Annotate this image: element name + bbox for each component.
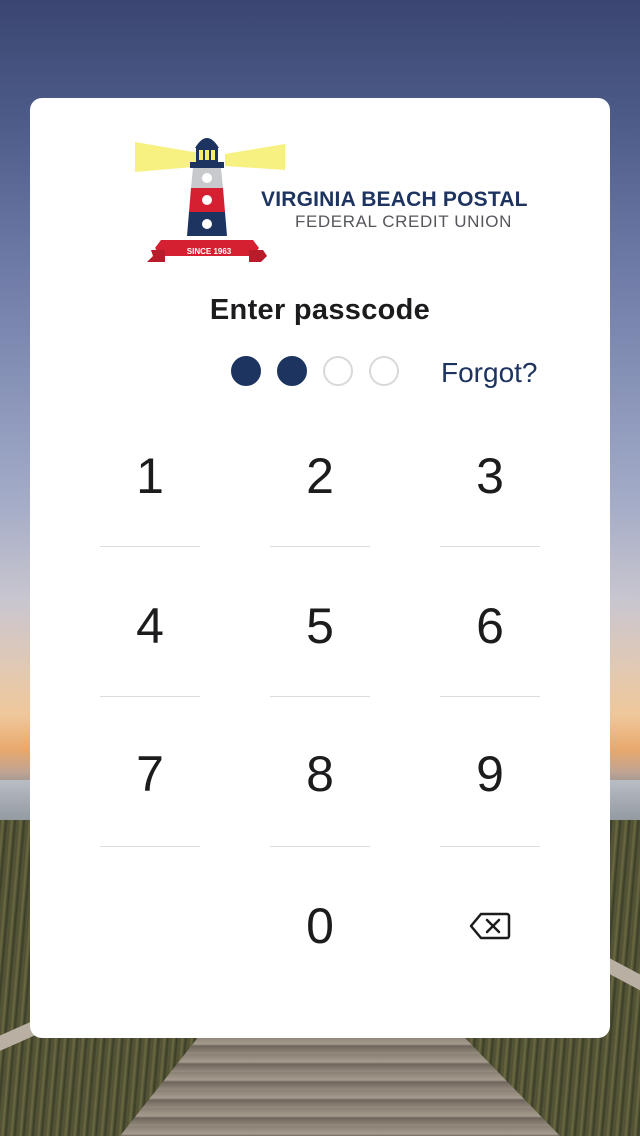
keypad-key-8[interactable]: 8 [270, 724, 370, 824]
passcode-dot-empty [323, 356, 353, 386]
forgot-passcode-link[interactable]: Forgot? [441, 357, 538, 389]
keypad-key-0[interactable]: 0 [270, 876, 370, 976]
keypad-key-4[interactable]: 4 [100, 576, 200, 676]
keypad-key-7[interactable]: 7 [100, 724, 200, 824]
keypad-divider [270, 546, 370, 547]
keypad-divider [100, 846, 200, 847]
credit-union-logo: SINCE 1963 VIRGINIA BEACH POSTAL FEDERAL… [135, 128, 535, 268]
keypad-divider [100, 546, 200, 547]
keypad-key-5[interactable]: 5 [270, 576, 370, 676]
passcode-dot-filled [231, 356, 261, 386]
keypad-key-9[interactable]: 9 [440, 724, 540, 824]
keypad-key-6[interactable]: 6 [440, 576, 540, 676]
keypad-key-2[interactable]: 2 [270, 426, 370, 526]
brand-name: VIRGINIA BEACH POSTAL [261, 188, 528, 211]
keypad-divider [100, 696, 200, 697]
since-label: SINCE 1963 [186, 247, 232, 256]
passcode-dot-empty [369, 356, 399, 386]
keypad-divider [440, 846, 540, 847]
delete-button[interactable] [440, 876, 540, 976]
keypad-divider [440, 696, 540, 697]
keypad-key-3[interactable]: 3 [440, 426, 540, 526]
passcode-dot-filled [277, 356, 307, 386]
keypad-divider [270, 846, 370, 847]
keypad-key-1[interactable]: 1 [100, 426, 200, 526]
backspace-icon [469, 912, 511, 940]
keypad-divider [270, 696, 370, 697]
keypad-divider [440, 546, 540, 547]
brand-subtitle: FEDERAL CREDIT UNION [295, 212, 512, 231]
passcode-title: Enter passcode [209, 294, 431, 326]
passcode-card: SINCE 1963 VIRGINIA BEACH POSTAL FEDERAL… [30, 98, 610, 1038]
passcode-indicator [231, 356, 399, 390]
